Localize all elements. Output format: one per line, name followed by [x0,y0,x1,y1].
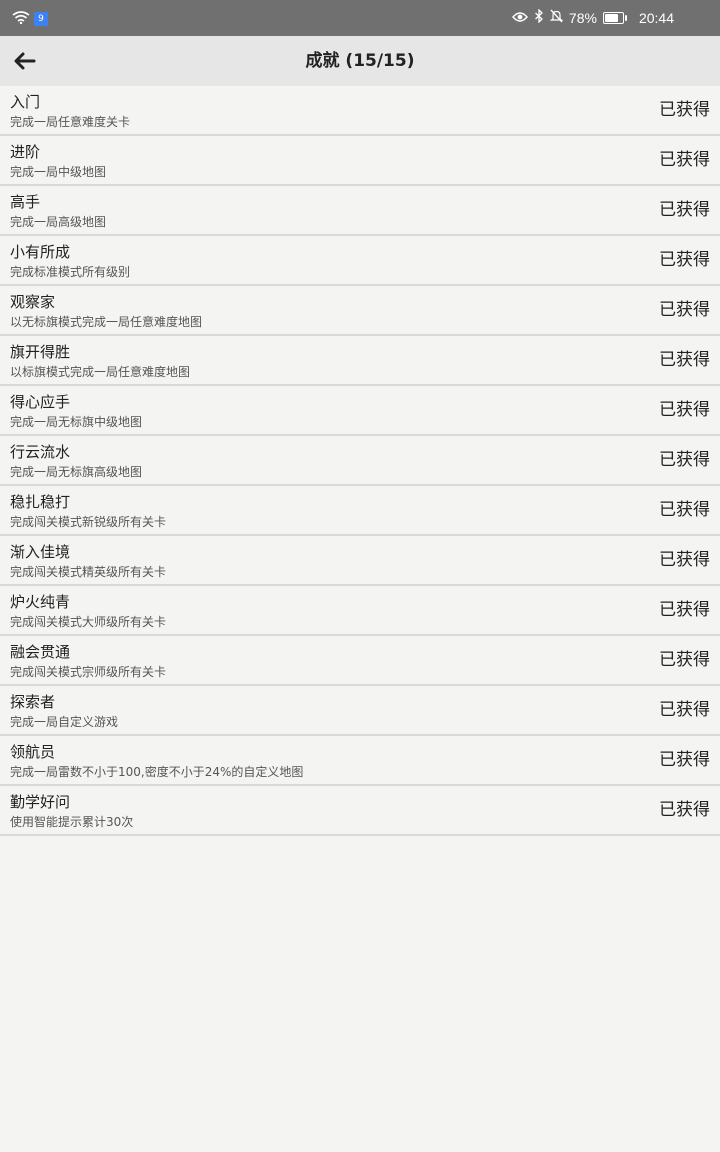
clock: 20:44 [638,10,674,26]
list-item[interactable]: 进阶完成一局中级地图 已获得 [0,136,720,186]
battery-percent: 78% [568,10,597,26]
achievement-title: 领航员 [10,743,56,761]
achievement-title: 融会贯通 [10,643,71,661]
achievement-status: 已获得 [659,600,710,620]
eye-icon [511,9,528,27]
achievement-status: 已获得 [659,650,710,670]
achievement-status: 已获得 [659,550,710,570]
achievement-status: 已获得 [659,150,710,170]
bluetooth-icon [534,8,544,27]
list-item[interactable]: 勤学好问使用智能提示累计30次 已获得 [0,786,720,836]
list-item[interactable]: 旗开得胜以标旗模式完成一局任意难度地图 已获得 [0,336,720,386]
page-title: 成就 (15/15) [305,51,415,71]
list-item[interactable]: 领航员完成一局雷数不小于100,密度不小于24%的自定义地图 已获得 [0,736,720,786]
achievement-status: 已获得 [659,200,710,220]
list-item[interactable]: 渐入佳境完成闯关模式精英级所有关卡 已获得 [0,536,720,586]
achievement-title: 高手 [10,193,41,211]
achievement-status: 已获得 [659,300,710,320]
wifi-icon [12,9,30,28]
list-item[interactable]: 得心应手完成一局无标旗中级地图 已获得 [0,386,720,436]
battery-fill [604,14,619,22]
achievement-title: 稳扎稳打 [10,493,71,511]
achievement-status: 已获得 [659,700,710,720]
achievement-status: 已获得 [659,450,710,470]
achievement-title: 探索者 [10,693,56,711]
achievement-description: 完成闯关模式大师级所有关卡 [10,615,167,629]
list-item[interactable]: 观察家以无标旗模式完成一局任意难度地图 已获得 [0,286,720,336]
achievement-description: 完成一局高级地图 [10,215,107,229]
list-item[interactable]: 高手完成一局高级地图 已获得 [0,186,720,236]
battery-icon [602,12,627,24]
header: 成就 (15/15) [0,36,720,86]
achievement-title: 小有所成 [10,243,71,261]
achievement-description: 完成一局雷数不小于100,密度不小于24%的自定义地图 [10,765,304,779]
achievement-title: 勤学好问 [10,793,71,811]
achievement-status: 已获得 [659,800,710,820]
list-item[interactable]: 稳扎稳打完成闯关模式新锐级所有关卡 已获得 [0,486,720,536]
achievement-description: 以无标旗模式完成一局任意难度地图 [10,315,203,329]
achievement-title: 渐入佳境 [10,543,71,561]
status-left: 9 [12,9,48,28]
status-right: 78% 20:44 [511,8,674,27]
list-item[interactable]: 探索者完成一局自定义游戏 已获得 [0,686,720,736]
list-item[interactable]: 炉火纯青完成闯关模式大师级所有关卡 已获得 [0,586,720,636]
list-item[interactable]: 入门完成一局任意难度关卡 已获得 [0,86,720,136]
achievement-status: 已获得 [659,350,710,370]
achievement-description: 完成闯关模式新锐级所有关卡 [10,515,167,529]
achievement-title: 进阶 [10,143,41,161]
achievement-description: 完成标准模式所有级别 [10,265,131,279]
achievement-description: 完成一局中级地图 [10,165,107,179]
achievement-list: 入门 完成一局任意难度关卡 已获得 进阶 完成一局中级地图 已获得 高手 完成一局高级地图 已获… [0,86,720,836]
achievement-status: 已获得 [659,400,710,420]
list-item[interactable]: 小有所成完成标准模式所有级别 已获得 [0,236,720,286]
achievement-description: 完成闯关模式精英级所有关卡 [10,565,167,579]
achievement-description: 完成一局无标旗高级地图 [10,465,143,479]
achievement-description: 完成一局自定义游戏 [10,715,119,729]
bell-muted-icon [549,9,564,27]
achievement-title: 炉火纯青 [10,593,71,611]
achievement-status: 已获得 [659,750,710,770]
list-item[interactable]: 行云流水完成一局无标旗高级地图 已获得 [0,436,720,486]
achievement-title: 旗开得胜 [10,343,71,361]
achievement-description: 以标旗模式完成一局任意难度地图 [10,365,191,379]
achievement-status: 已获得 [659,500,710,520]
achievement-description: 完成一局任意难度关卡 [10,115,131,129]
list-item[interactable]: 融会贯通完成闯关模式宗师级所有关卡 已获得 [0,636,720,686]
achievement-description: 完成一局无标旗中级地图 [10,415,143,429]
achievement-status: 已获得 [659,100,710,120]
achievement-title: 观察家 [10,293,56,311]
achievement-title: 得心应手 [10,393,71,411]
achievement-status: 已获得 [659,250,710,270]
hd-badge-icon: 9 [34,11,48,26]
achievement-description: 使用智能提示累计30次 [10,815,134,829]
achievement-title: 行云流水 [10,443,71,461]
status-bar: 9 78% 20:44 [0,0,720,36]
achievement-title: 入门 [10,93,41,111]
achievement-description: 完成闯关模式宗师级所有关卡 [10,665,167,679]
